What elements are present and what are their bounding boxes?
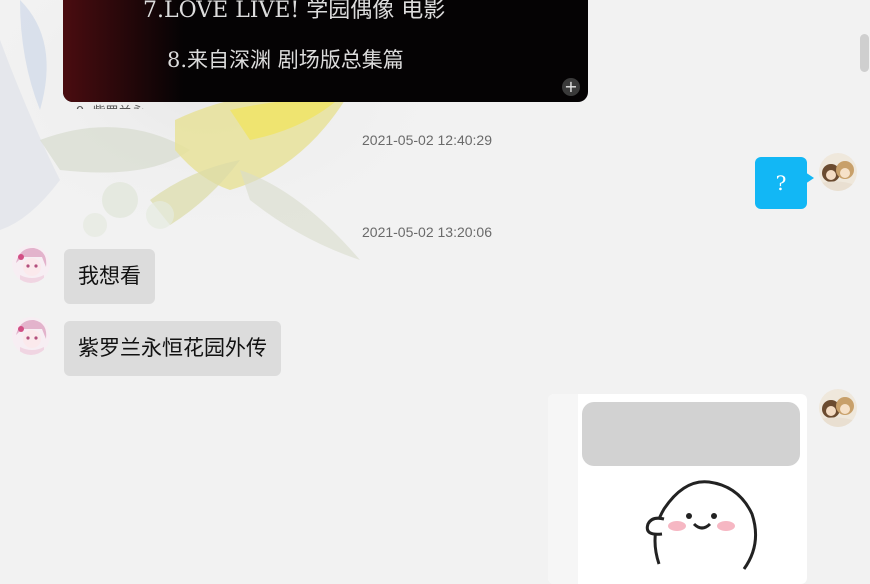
outgoing-message-bubble[interactable]: ? (755, 157, 814, 209)
self-avatar[interactable] (819, 153, 857, 191)
incoming-message-bubble[interactable]: 紫罗兰永恒花园外传 (64, 321, 281, 376)
sticker-message[interactable] (548, 394, 807, 584)
contact-avatar[interactable] (12, 317, 50, 355)
scrollbar-thumb[interactable] (860, 34, 869, 72)
contact-avatar[interactable] (12, 245, 50, 283)
bubble-tail (805, 172, 814, 184)
chat-scrollbar[interactable] (858, 0, 870, 567)
image-text-line-2: 8.来自深渊 剧场版总集篇 (167, 48, 404, 72)
plus-circle-icon[interactable]: + (562, 78, 580, 96)
incoming-message-text: 我想看 (78, 264, 141, 288)
message-timestamp: 2021-05-02 13:20:06 (362, 224, 492, 240)
image-text-line-1: 7.LOVE LIVE! 学园偶像 电影 (143, 0, 446, 23)
incoming-message-text: 紫罗兰永恒花园外传 (78, 336, 267, 360)
self-avatar[interactable] (819, 389, 857, 427)
smiling-face-sticker-icon (645, 480, 758, 570)
sticker-side-strip (548, 394, 578, 584)
sticker-redacted-area (582, 402, 800, 466)
image-text-line-3-partial: 9. 紫罗兰永 (76, 101, 145, 109)
message-timestamp: 2021-05-02 12:40:29 (362, 132, 492, 148)
incoming-message-bubble[interactable]: 我想看 (64, 249, 155, 304)
image-message[interactable]: 7.LOVE LIVE! 学园偶像 电影 8.来自深渊 剧场版总集篇 + (63, 0, 588, 102)
outgoing-message-text: ? (775, 171, 787, 195)
